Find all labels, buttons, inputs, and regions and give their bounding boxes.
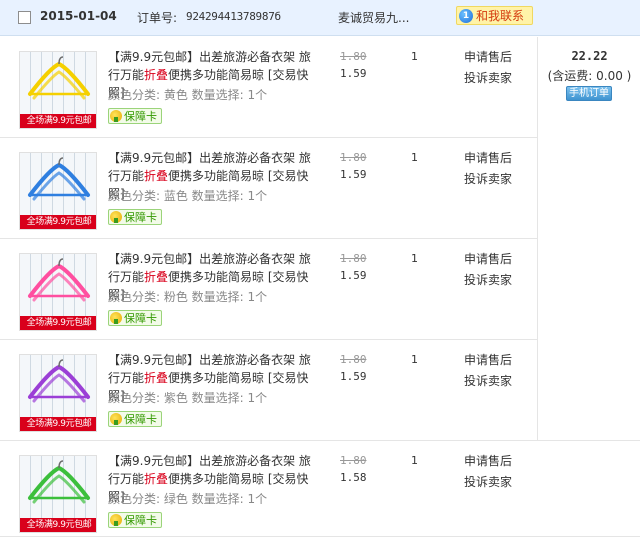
original-price: 1.80 (340, 454, 367, 467)
order-date: 2015-01-04 (40, 9, 117, 23)
flower-icon (110, 110, 122, 122)
product-thumbnail[interactable]: 全场满9.9元包邮 (19, 152, 97, 230)
mobile-order-badge[interactable]: 手机订单 (566, 86, 612, 101)
order-number-label: 订单号: (137, 11, 178, 25)
guarantee-badge[interactable]: 保障卡 (108, 209, 162, 225)
order-item-row: 全场满9.9元包邮 【满9.9元包邮】出差旅游必备衣架 旅行万能折叠便携多功能简… (0, 441, 537, 537)
shipping-fee: (含运费: 0.00 ) (547, 69, 632, 83)
guarantee-label: 保障卡 (124, 110, 157, 123)
complain-seller-link[interactable]: 投诉卖家 (464, 170, 512, 187)
quantity: 1 (411, 50, 418, 63)
order-select-checkbox[interactable] (18, 11, 31, 24)
chat-icon: 1 (459, 8, 473, 23)
order-item-list: 全场满9.9元包邮 【满9.9元包邮】出差旅游必备衣架 旅行万能折叠便携多功能简… (0, 37, 537, 537)
product-attributes: 颜色分类: 蓝色 数量选择: 1个 (108, 189, 268, 203)
title-highlight: 折叠 (144, 270, 169, 284)
quantity: 1 (411, 353, 418, 366)
original-price: 1.80 (340, 50, 367, 63)
title-highlight: 折叠 (144, 472, 169, 486)
product-thumbnail[interactable]: 全场满9.9元包邮 (19, 253, 97, 331)
order-total: 22.22 (571, 49, 608, 63)
contact-seller-button[interactable]: 1 和我联系 (456, 6, 534, 25)
order-summary: 22.22 (含运费: 0.00 ) 手机订单 (537, 37, 640, 441)
order-header: 2015-01-04 订单号: 92429441378987б 麦诚贸易九...… (0, 0, 640, 36)
guarantee-badge[interactable]: 保障卡 (108, 411, 162, 427)
product-thumbnail[interactable]: 全场满9.9元包邮 (19, 455, 97, 533)
guarantee-label: 保障卡 (124, 312, 157, 325)
guarantee-badge[interactable]: 保障卡 (108, 108, 162, 124)
complain-seller-link[interactable]: 投诉卖家 (464, 69, 512, 86)
original-price: 1.80 (340, 252, 367, 265)
apply-after-sales-link[interactable]: 申请售后 (464, 351, 512, 368)
apply-after-sales-link[interactable]: 申请售后 (464, 149, 512, 166)
guarantee-badge[interactable]: 保障卡 (108, 310, 162, 326)
flower-icon (110, 312, 122, 324)
current-price: 1.58 (340, 471, 367, 484)
current-price: 1.59 (340, 168, 367, 181)
apply-after-sales-link[interactable]: 申请售后 (464, 250, 512, 267)
title-highlight: 折叠 (144, 169, 169, 183)
guarantee-label: 保障卡 (124, 413, 157, 426)
current-price: 1.59 (340, 370, 367, 383)
complain-seller-link[interactable]: 投诉卖家 (464, 271, 512, 288)
product-attributes: 颜色分类: 黄色 数量选择: 1个 (108, 88, 268, 102)
product-attributes: 颜色分类: 粉色 数量选择: 1个 (108, 290, 268, 304)
title-highlight: 折叠 (144, 68, 169, 82)
guarantee-label: 保障卡 (124, 514, 157, 527)
promo-banner: 全场满9.9元包邮 (20, 114, 96, 128)
hanger-image (28, 56, 90, 100)
order-item-row: 全场满9.9元包邮 【满9.9元包邮】出差旅游必备衣架 旅行万能折叠便携多功能简… (0, 37, 537, 138)
promo-banner: 全场满9.9元包邮 (20, 215, 96, 229)
seller-name-link[interactable]: 麦诚贸易九... (338, 9, 409, 26)
flower-icon (110, 211, 122, 223)
guarantee-label: 保障卡 (124, 211, 157, 224)
hanger-image (28, 258, 90, 302)
original-price: 1.80 (340, 151, 367, 164)
complain-seller-link[interactable]: 投诉卖家 (464, 372, 512, 389)
product-thumbnail[interactable]: 全场满9.9元包邮 (19, 51, 97, 129)
complain-seller-link[interactable]: 投诉卖家 (464, 473, 512, 490)
product-attributes: 颜色分类: 紫色 数量选择: 1个 (108, 391, 268, 405)
product-attributes: 颜色分类: 绿色 数量选择: 1个 (108, 492, 268, 506)
title-highlight: 折叠 (144, 371, 169, 385)
product-thumbnail[interactable]: 全场满9.9元包邮 (19, 354, 97, 432)
order-number: 92429441378987б (186, 10, 281, 23)
promo-banner: 全场满9.9元包邮 (20, 417, 96, 431)
hanger-image (28, 359, 90, 403)
quantity: 1 (411, 151, 418, 164)
quantity: 1 (411, 454, 418, 467)
quantity: 1 (411, 252, 418, 265)
order-item-row: 全场满9.9元包邮 【满9.9元包邮】出差旅游必备衣架 旅行万能折叠便携多功能简… (0, 340, 537, 441)
flower-icon (110, 514, 122, 526)
promo-banner: 全场满9.9元包邮 (20, 518, 96, 532)
original-price: 1.80 (340, 353, 367, 366)
order-item-row: 全场满9.9元包邮 【满9.9元包邮】出差旅游必备衣架 旅行万能折叠便携多功能简… (0, 138, 537, 239)
current-price: 1.59 (340, 67, 367, 80)
flower-icon (110, 413, 122, 425)
hanger-image (28, 460, 90, 504)
contact-seller-label: 和我联系 (476, 9, 525, 23)
promo-banner: 全场满9.9元包邮 (20, 316, 96, 330)
apply-after-sales-link[interactable]: 申请售后 (464, 48, 512, 65)
current-price: 1.59 (340, 269, 367, 282)
order-item-row: 全场满9.9元包邮 【满9.9元包邮】出差旅游必备衣架 旅行万能折叠便携多功能简… (0, 239, 537, 340)
guarantee-badge[interactable]: 保障卡 (108, 512, 162, 528)
apply-after-sales-link[interactable]: 申请售后 (464, 452, 512, 469)
hanger-image (28, 157, 90, 201)
